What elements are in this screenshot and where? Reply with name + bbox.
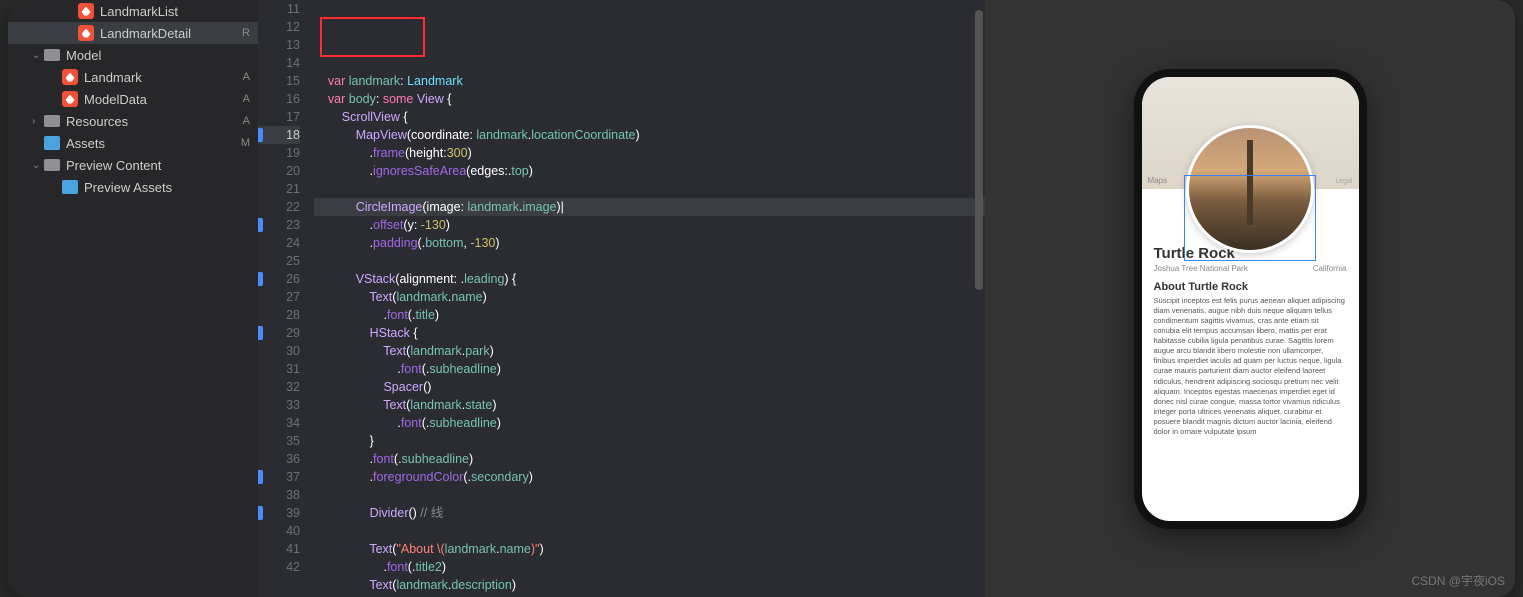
file-landmarklist[interactable]: LandmarkList (8, 0, 258, 22)
file-label: Preview Assets (84, 180, 250, 195)
scm-badge: A (243, 93, 250, 105)
asset-icon (62, 180, 78, 194)
code-line-30[interactable]: .font(.subheadline) (314, 414, 985, 432)
file-preview-assets[interactable]: Preview Assets (8, 176, 258, 198)
folder-icon (44, 115, 60, 127)
code-line-25[interactable]: HStack { (314, 324, 985, 342)
file-landmark[interactable]: Landmark A (8, 66, 258, 88)
watermark: CSDN @宇夜iOS (1411, 572, 1505, 589)
code-line-33[interactable]: .foregroundColor(.secondary) (314, 468, 985, 486)
file-label: ModelData (84, 92, 239, 107)
preview-canvas[interactable]: Maps Legal Turtle Rock Joshua Tree Natio… (985, 0, 1515, 597)
file-resources[interactable]: ›ResourcesA (8, 110, 258, 132)
swift-icon (62, 91, 78, 107)
code-line-21[interactable] (314, 252, 985, 270)
file-label: LandmarkList (100, 4, 250, 19)
file-label: Model (66, 48, 250, 63)
code-line-17[interactable] (314, 180, 985, 198)
scrollbar[interactable] (973, 0, 983, 597)
code-line-20[interactable]: .padding(.bottom, -130) (314, 234, 985, 252)
code-line-35[interactable]: Divider() // 线 (314, 504, 985, 522)
code-line-27[interactable]: .font(.subheadline) (314, 360, 985, 378)
code-editor[interactable]: var landmark: Landmark var body: some Vi… (308, 0, 985, 597)
file-label: LandmarkDetail (100, 26, 238, 41)
code-line-34[interactable] (314, 486, 985, 504)
file-preview-content[interactable]: ⌄Preview Content (8, 154, 258, 176)
iphone-screen[interactable]: Maps Legal Turtle Rock Joshua Tree Natio… (1142, 77, 1359, 521)
file-label: Landmark (84, 70, 239, 85)
file-model[interactable]: ⌄Model (8, 44, 258, 66)
code-line-36[interactable] (314, 522, 985, 540)
file-landmarkdetail[interactable]: LandmarkDetail R (8, 22, 258, 44)
code-line-29[interactable]: Text(landmark.state) (314, 396, 985, 414)
swift-icon (78, 25, 94, 41)
folder-icon (44, 49, 60, 61)
highlight-box (320, 17, 425, 57)
file-modeldata[interactable]: ModelData A (8, 88, 258, 110)
code-line-39[interactable]: Text(landmark.description) (314, 576, 985, 594)
code-line-12[interactable]: var body: some View { (314, 90, 985, 108)
maps-attribution: Maps (1148, 176, 1168, 185)
code-line-18[interactable]: CircleImage(image: landmark.image)| (314, 198, 985, 216)
code-line-11[interactable]: var landmark: Landmark (314, 72, 985, 90)
xcode-window: LandmarkListLandmarkDetailR⌄ModelLandmar… (8, 0, 1515, 597)
code-line-22[interactable]: VStack(alignment: .leading) { (314, 270, 985, 288)
code-line-16[interactable]: .ignoresSafeArea(edges:.top) (314, 162, 985, 180)
asset-icon (44, 136, 60, 150)
swift-icon (62, 69, 78, 85)
code-line-38[interactable]: .font(.title2) (314, 558, 985, 576)
code-line-19[interactable]: .offset(y: -130) (314, 216, 985, 234)
code-line-15[interactable]: .frame(height:300) (314, 144, 985, 162)
code-line-26[interactable]: Text(landmark.park) (314, 342, 985, 360)
code-line-24[interactable]: .font(.title) (314, 306, 985, 324)
landmark-description: Suscipit inceptos est felis purus aenean… (1154, 296, 1347, 438)
line-gutter: 1112131415161718192021222324252627282930… (258, 0, 308, 597)
circle-image (1186, 125, 1314, 253)
code-line-13[interactable]: ScrollView { (314, 108, 985, 126)
landmark-park: Joshua Tree National Park (1154, 264, 1248, 273)
file-label: Preview Content (66, 158, 250, 173)
code-line-37[interactable]: Text("About \(landmark.name)") (314, 540, 985, 558)
code-line-23[interactable]: Text(landmark.name) (314, 288, 985, 306)
folder-icon (44, 159, 60, 171)
code-line-31[interactable]: } (314, 432, 985, 450)
landmark-state: California (1313, 264, 1347, 273)
swift-icon (78, 3, 94, 19)
code-line-28[interactable]: Spacer() (314, 378, 985, 396)
scm-badge: R (242, 27, 250, 39)
iphone-frame: Maps Legal Turtle Rock Joshua Tree Natio… (1134, 69, 1367, 529)
scm-badge: A (243, 71, 250, 83)
project-navigator[interactable]: LandmarkListLandmarkDetailR⌄ModelLandmar… (8, 0, 258, 597)
scm-badge: M (241, 137, 250, 149)
about-heading: About Turtle Rock (1154, 281, 1347, 293)
file-label: Assets (66, 136, 237, 151)
file-assets[interactable]: Assets M (8, 132, 258, 154)
maps-legal: Legal (1335, 178, 1352, 185)
file-label: Resources (66, 114, 239, 129)
scm-badge: A (243, 115, 250, 127)
code-line-14[interactable]: MapView(coordinate: landmark.locationCoo… (314, 126, 985, 144)
code-line-32[interactable]: .font(.subheadline) (314, 450, 985, 468)
